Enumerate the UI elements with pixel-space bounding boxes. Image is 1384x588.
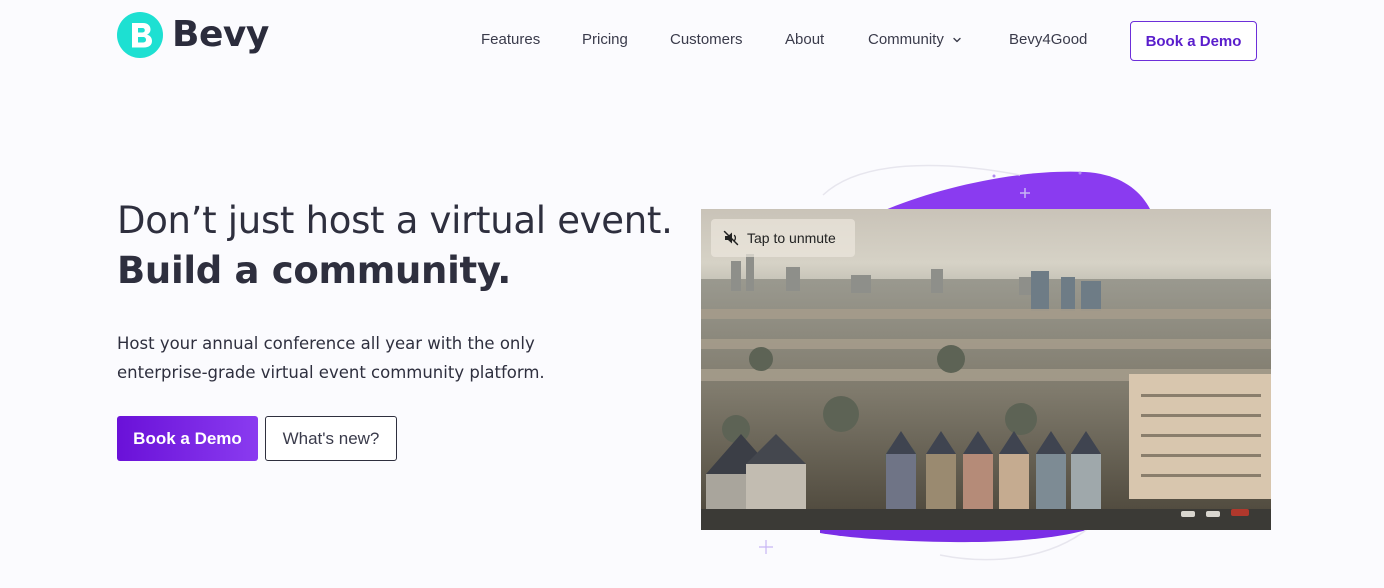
city-aerial-video-frame	[701, 209, 1271, 530]
bevy-logo-text: Bevy	[172, 14, 269, 55]
nav-community-dropdown[interactable]: Community	[868, 30, 962, 50]
header-book-demo-button[interactable]: Book a Demo	[1130, 21, 1257, 61]
site-header: Bevy Features Pricing Customers About Co…	[0, 0, 1384, 80]
nav-customers[interactable]: Customers	[670, 30, 743, 50]
hero-title-regular: Don’t just host a virtual event.	[117, 199, 673, 242]
nav-pricing[interactable]: Pricing	[582, 30, 628, 50]
bevy-logo-icon	[117, 12, 163, 58]
tap-to-unmute-label: Tap to unmute	[747, 230, 836, 246]
nav-about[interactable]: About	[785, 30, 824, 50]
nav-bevy4good[interactable]: Bevy4Good	[1009, 30, 1087, 50]
tap-to-unmute-button[interactable]: Tap to unmute	[711, 219, 855, 257]
hero-title-bold: Build a community.	[117, 249, 512, 292]
hero-book-demo-button[interactable]: Book a Demo	[117, 416, 258, 461]
hero-subtitle: Host your annual conference all year wit…	[117, 334, 545, 382]
nav-features[interactable]: Features	[481, 30, 540, 50]
bevy-logo[interactable]: Bevy	[117, 12, 269, 58]
hero-title: Don’t just host a virtual event. Build a…	[117, 196, 677, 296]
whats-new-button[interactable]: What's new?	[265, 416, 397, 461]
nav-community-label: Community	[868, 31, 944, 48]
muted-speaker-icon	[723, 230, 739, 246]
chevron-down-icon	[953, 37, 961, 43]
hero-video[interactable]: Tap to unmute	[701, 209, 1271, 530]
